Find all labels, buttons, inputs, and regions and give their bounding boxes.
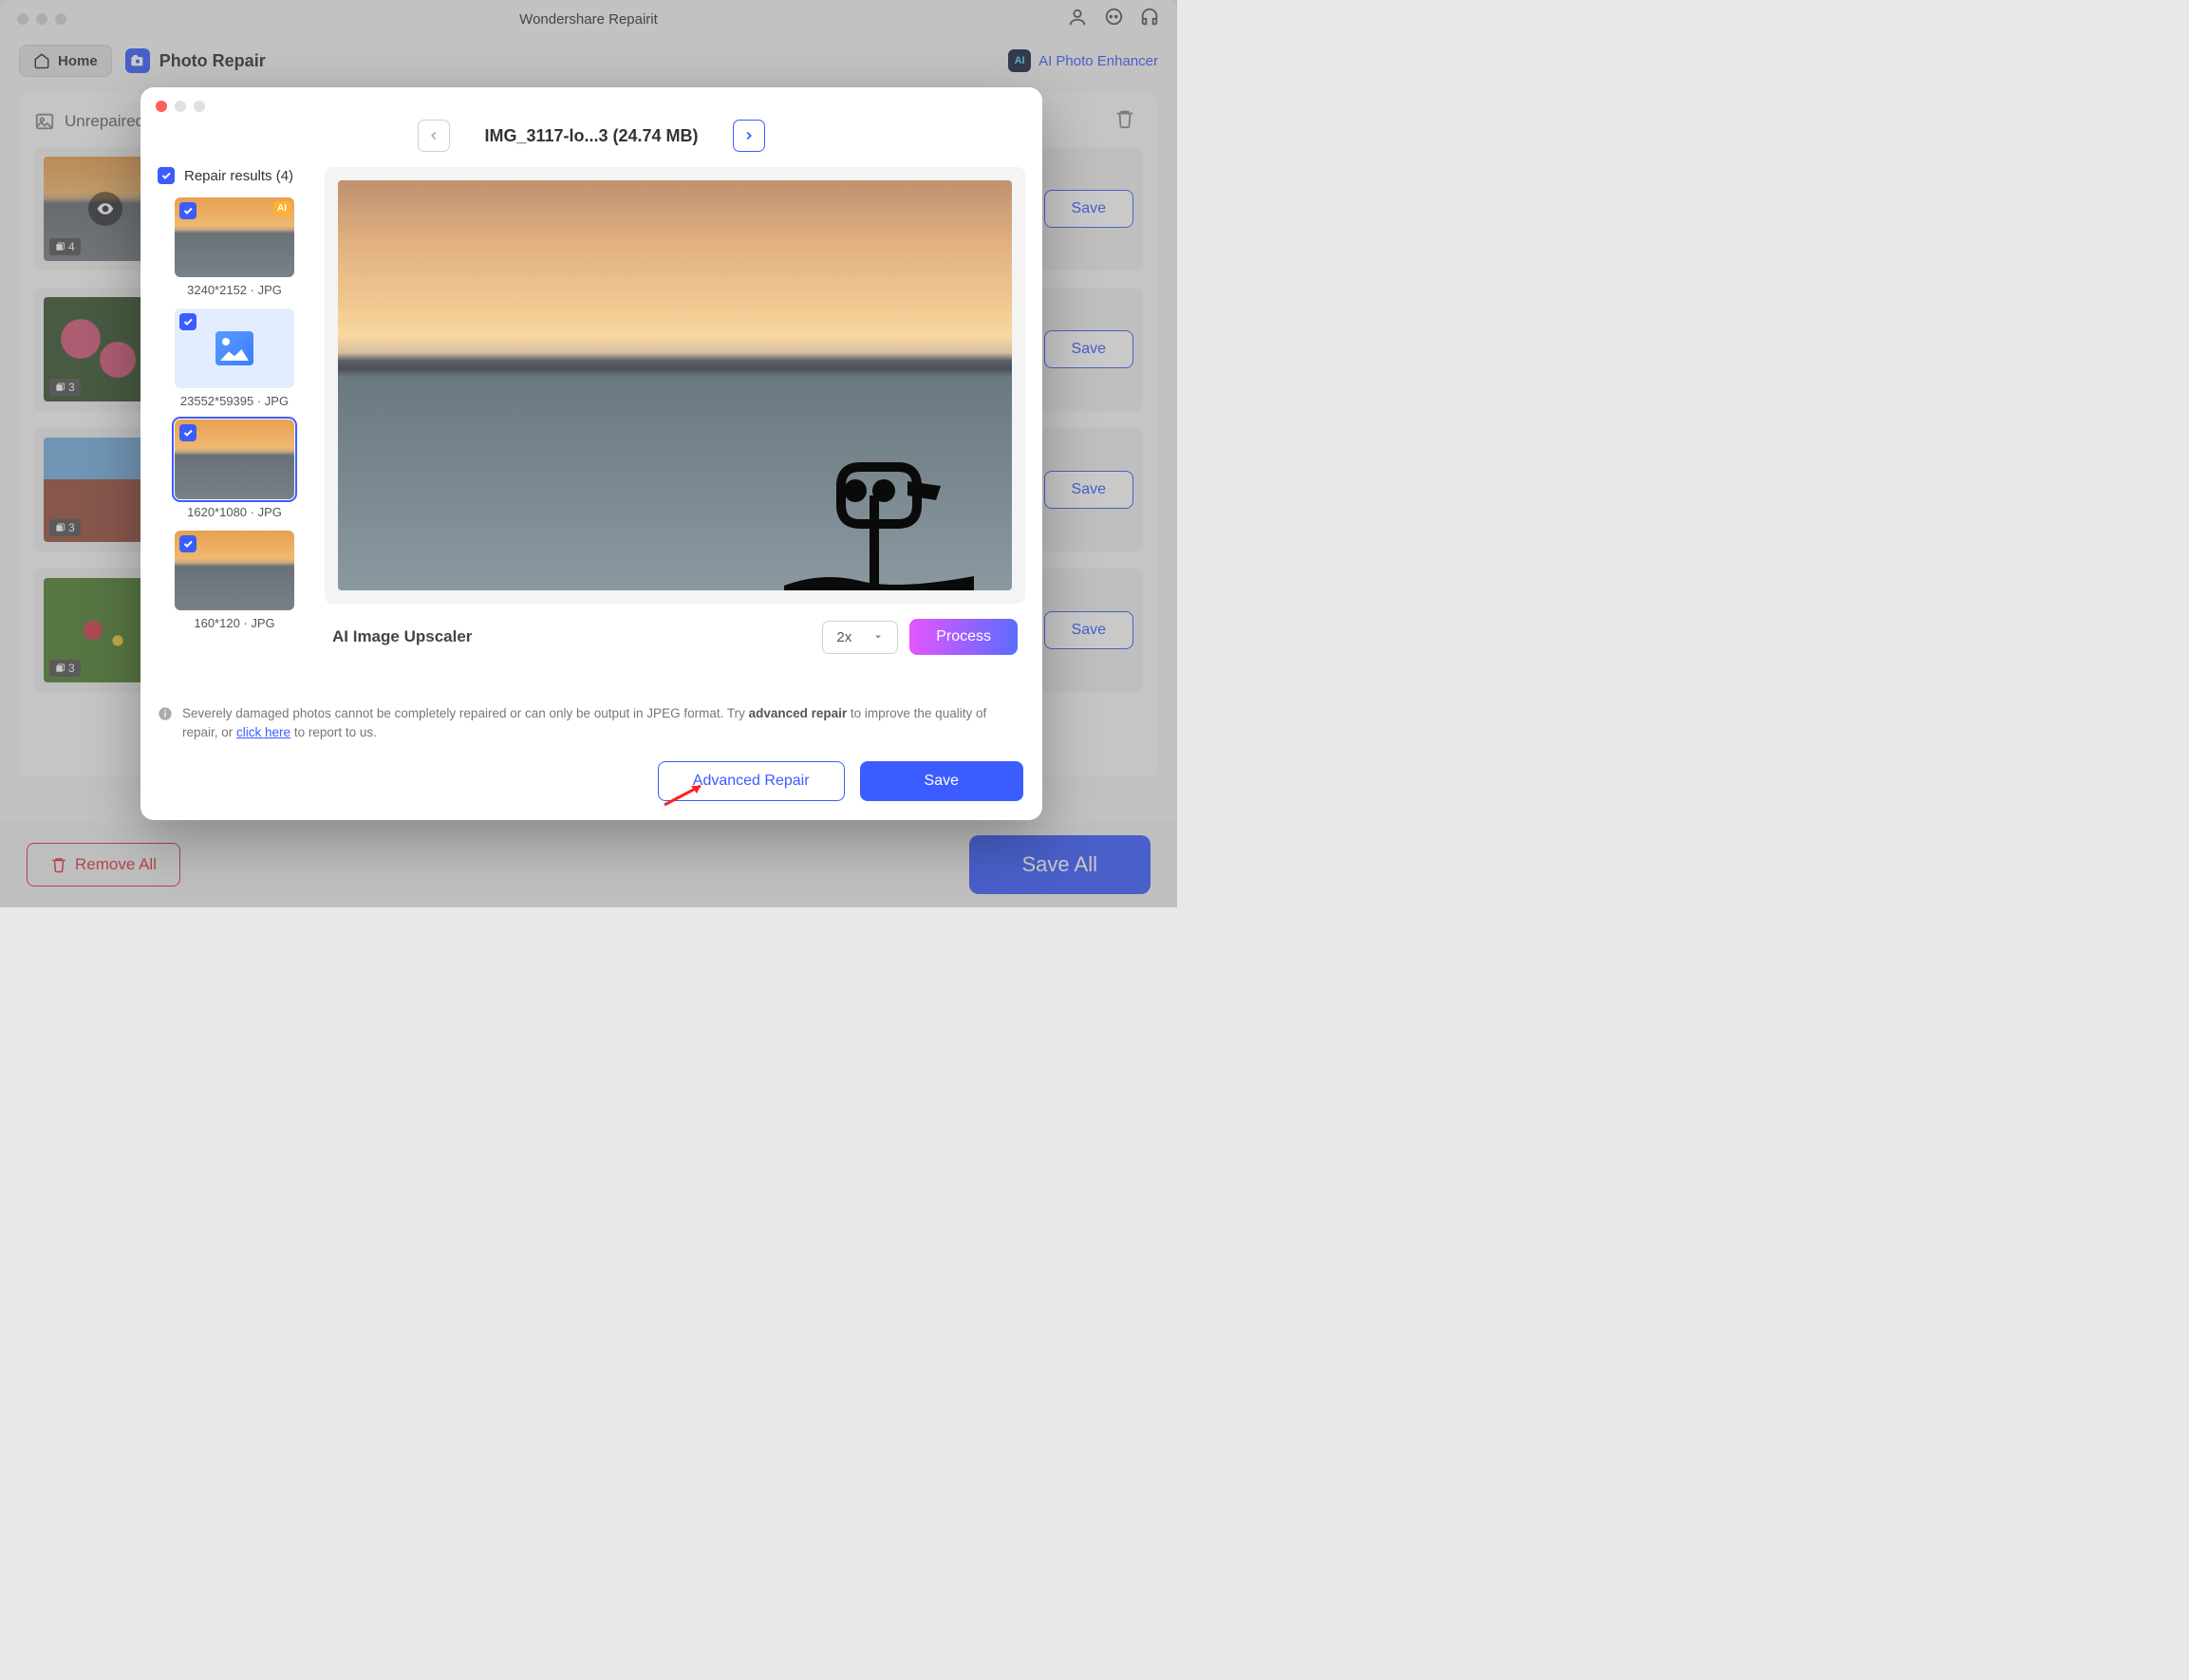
ai-badge: AI [273, 201, 290, 215]
report-link[interactable]: click here [236, 725, 290, 739]
image-placeholder-icon [215, 331, 253, 365]
silhouette-decoration [784, 439, 974, 590]
result-item[interactable]: AI 3240*2152 · JPG [158, 197, 311, 297]
modal-window-controls [140, 87, 1042, 112]
result-checkbox[interactable] [179, 313, 196, 330]
repair-modal: IMG_3117-lo...3 (24.74 MB) Repair result… [140, 87, 1042, 820]
result-item[interactable]: 1620*1080 · JPG [158, 420, 311, 519]
process-button[interactable]: Process [909, 619, 1018, 655]
info-text: Severely damaged photos cannot be comple… [140, 695, 1042, 753]
modal-min-dot[interactable] [175, 101, 186, 112]
upscaler-select[interactable]: 2x [822, 621, 898, 654]
modal-save-button[interactable]: Save [860, 761, 1023, 801]
next-button[interactable] [733, 120, 765, 152]
modal-header: IMG_3117-lo...3 (24.74 MB) [140, 112, 1042, 167]
chevron-right-icon [742, 129, 756, 142]
info-icon [158, 706, 173, 721]
result-label: 23552*59395 · JPG [158, 394, 311, 408]
result-item[interactable]: 160*120 · JPG [158, 531, 311, 630]
modal-close-dot[interactable] [156, 101, 167, 112]
result-checkbox[interactable] [179, 424, 196, 441]
result-label: 1620*1080 · JPG [158, 505, 311, 519]
modal-max-dot[interactable] [194, 101, 205, 112]
results-sidebar: Repair results (4) AI 3240*2152 · JPG 23… [158, 167, 311, 695]
advanced-repair-button[interactable]: Advanced Repair [658, 761, 845, 801]
preview-image [338, 180, 1012, 590]
sidebar-title: Repair results (4) [184, 168, 293, 184]
modal-footer: Advanced Repair Save [140, 752, 1042, 820]
modal-title: IMG_3117-lo...3 (24.74 MB) [484, 126, 698, 146]
upscaler-label: AI Image Upscaler [332, 627, 472, 646]
select-all-checkbox[interactable] [158, 167, 175, 184]
chevron-down-icon [872, 631, 884, 643]
result-item[interactable]: 23552*59395 · JPG [158, 308, 311, 408]
preview-area: AI Image Upscaler 2x Process [325, 167, 1025, 695]
chevron-left-icon [427, 129, 440, 142]
result-checkbox[interactable] [179, 202, 196, 219]
result-label: 160*120 · JPG [158, 616, 311, 630]
result-label: 3240*2152 · JPG [158, 283, 311, 297]
result-checkbox[interactable] [179, 535, 196, 552]
prev-button[interactable] [418, 120, 450, 152]
upscaler-row: AI Image Upscaler 2x Process [325, 604, 1025, 663]
